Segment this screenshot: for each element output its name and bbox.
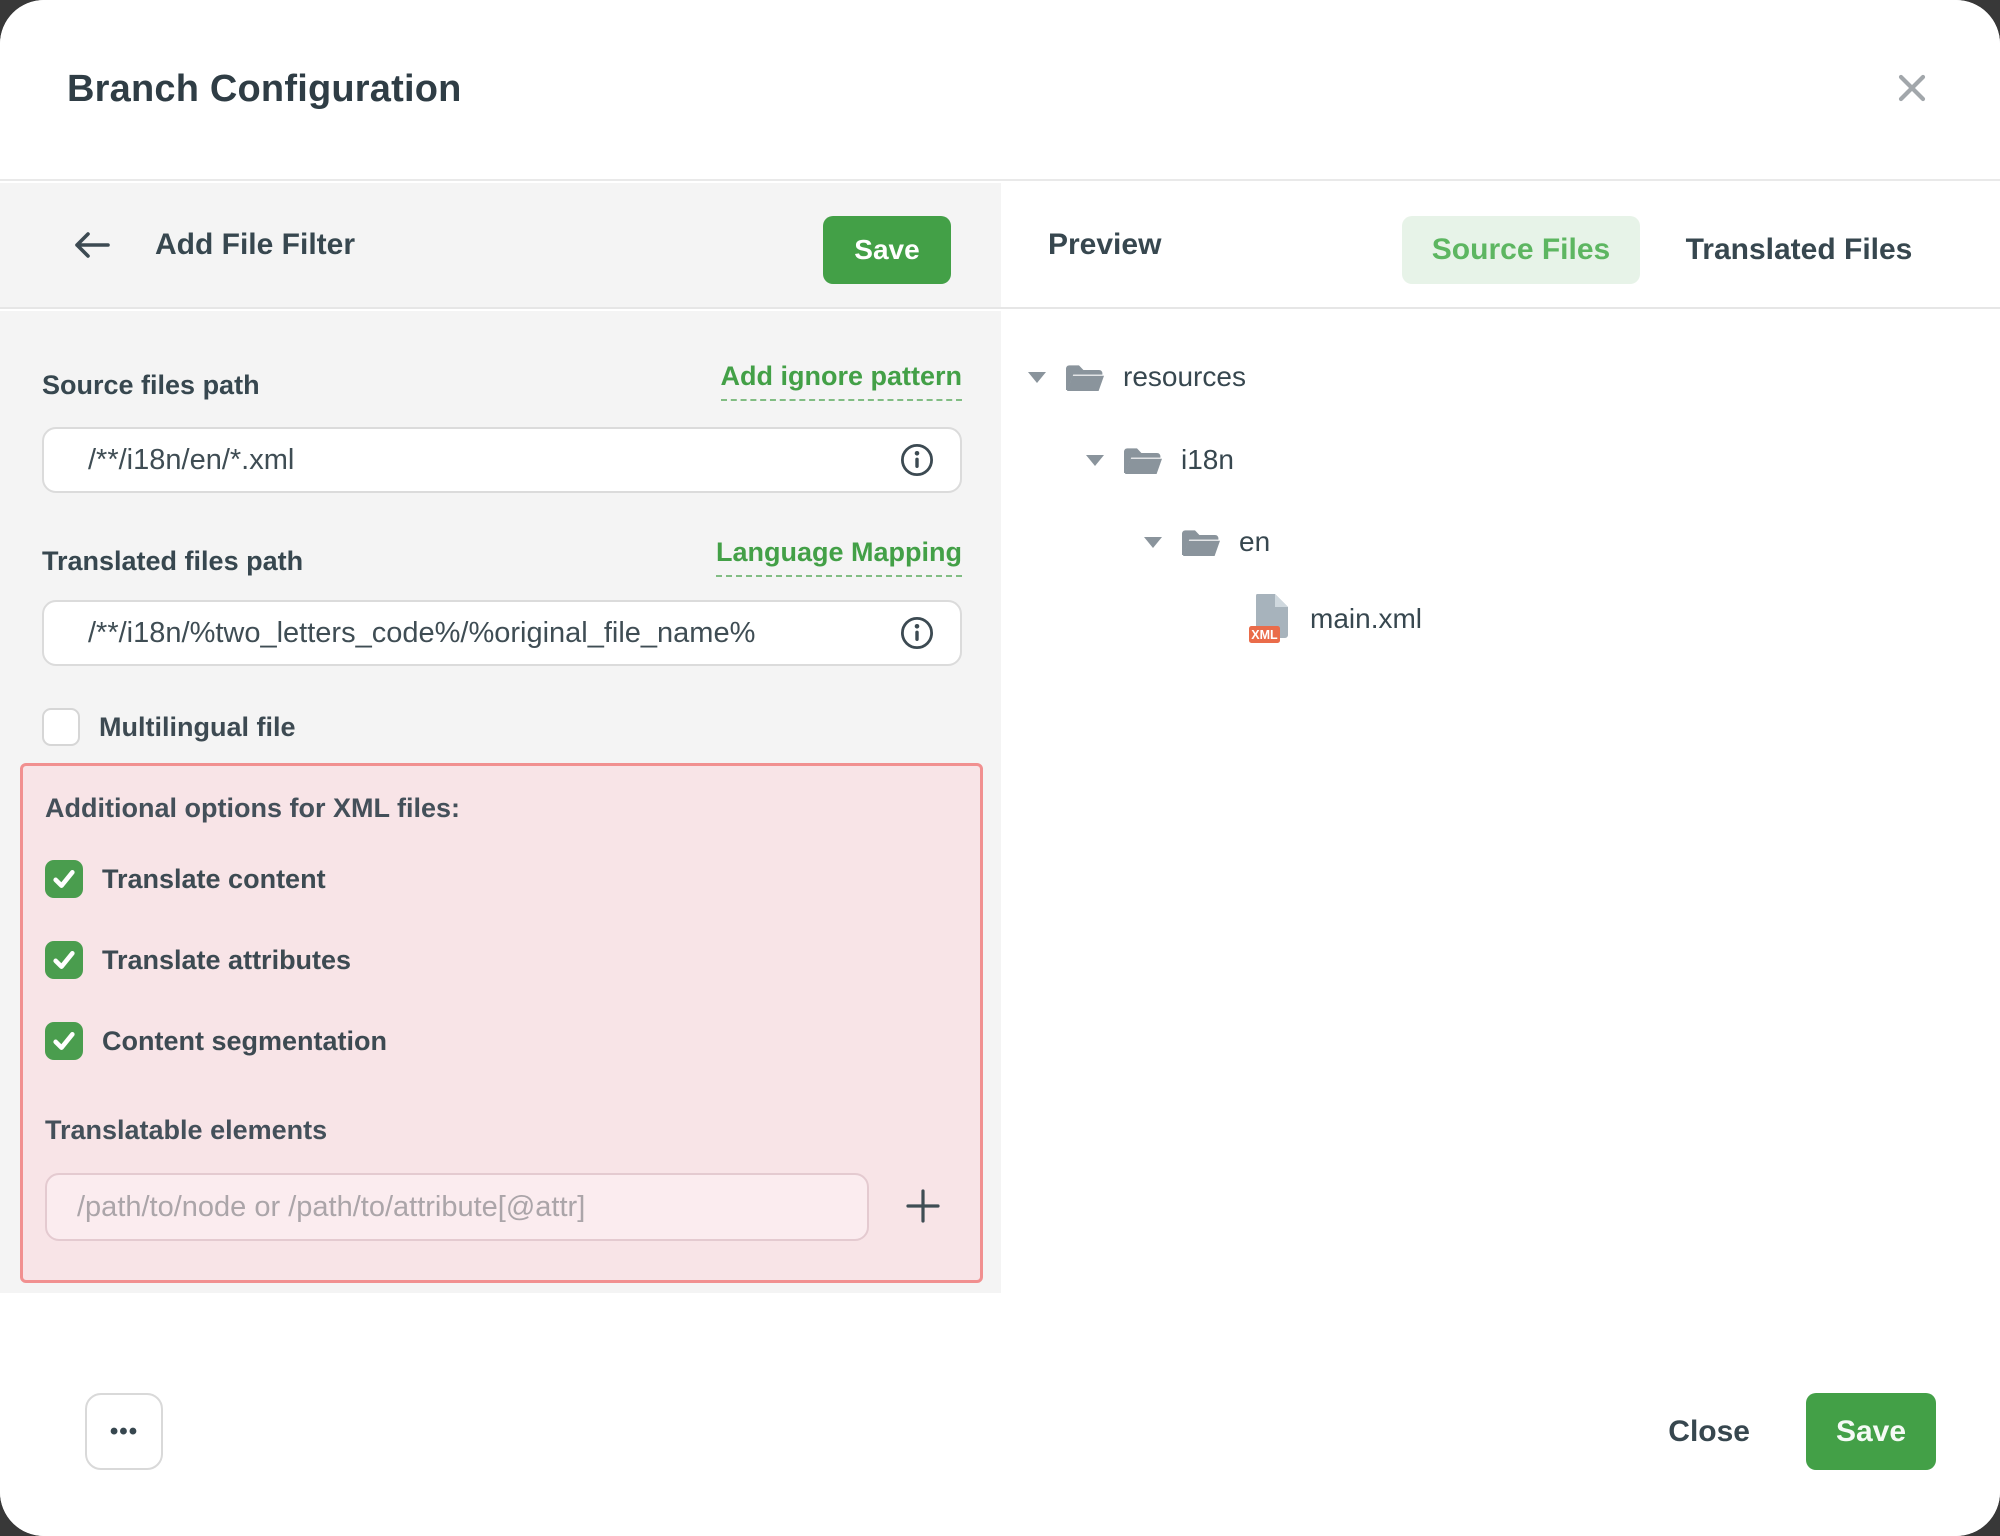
back-arrow-icon	[72, 230, 112, 260]
translated-path-info-icon[interactable]	[900, 616, 934, 650]
content-segmentation-label: Content segmentation	[102, 1026, 387, 1057]
xml-file-icon: XML	[1248, 593, 1292, 645]
translatable-elements-input[interactable]	[45, 1173, 869, 1241]
file-tree: resources i18n en XML	[1001, 311, 2000, 1293]
tree-row-resources[interactable]: resources	[1028, 353, 1246, 401]
translated-path-label: Translated files path	[42, 546, 303, 577]
add-ignore-pattern-link[interactable]: Add ignore pattern	[721, 361, 963, 401]
translated-path-row: Translated files path Language Mapping	[42, 537, 962, 577]
caret-down-icon[interactable]	[1086, 455, 1104, 466]
translated-path-input[interactable]	[42, 600, 962, 666]
save-button[interactable]: Save	[1806, 1393, 1936, 1470]
translate-content-checkbox[interactable]	[45, 860, 83, 898]
branch-configuration-dialog: Branch Configuration Add File Filter Sav…	[0, 0, 2000, 1536]
tab-translated-files[interactable]: Translated Files	[1673, 216, 1925, 284]
translate-attributes-checkbox[interactable]	[45, 941, 83, 979]
filter-save-button[interactable]: Save	[823, 216, 951, 284]
translate-attributes-label: Translate attributes	[102, 945, 351, 976]
folder-icon	[1121, 443, 1163, 477]
svg-text:XML: XML	[1251, 628, 1278, 642]
preview-toolbar: Preview Source Files Translated Files	[1001, 183, 2000, 309]
translate-content-row[interactable]: Translate content	[45, 860, 326, 898]
checkmark-icon	[49, 864, 79, 894]
more-options-button[interactable]: •••	[85, 1393, 163, 1470]
multilingual-checkbox-row[interactable]: Multilingual file	[42, 708, 296, 746]
translate-attributes-row[interactable]: Translate attributes	[45, 941, 351, 979]
xml-options-panel: Additional options for XML files: Transl…	[20, 763, 983, 1283]
tree-row-en[interactable]: en	[1144, 518, 1270, 566]
close-icon[interactable]	[1890, 66, 1934, 110]
preview-title: Preview	[1048, 183, 1161, 307]
tree-label: resources	[1123, 361, 1246, 393]
tab-source-files[interactable]: Source Files	[1402, 216, 1640, 284]
source-path-label: Source files path	[42, 370, 260, 401]
filter-form: Source files path Add ignore pattern Tra…	[0, 311, 1001, 1293]
multilingual-checkbox[interactable]	[42, 708, 80, 746]
xml-options-heading: Additional options for XML files:	[45, 793, 460, 824]
tree-label: i18n	[1181, 444, 1234, 476]
caret-down-icon[interactable]	[1144, 537, 1162, 548]
source-path-row: Source files path Add ignore pattern	[42, 361, 962, 401]
plus-icon	[905, 1188, 941, 1224]
translate-content-label: Translate content	[102, 864, 326, 895]
filter-title: Add File Filter	[155, 183, 355, 307]
content-segmentation-checkbox[interactable]	[45, 1022, 83, 1060]
caret-down-icon[interactable]	[1028, 372, 1046, 383]
source-path-info-icon[interactable]	[900, 443, 934, 477]
content-segmentation-row[interactable]: Content segmentation	[45, 1022, 387, 1060]
dialog-header: Branch Configuration	[0, 0, 2000, 181]
close-button[interactable]: Close	[1668, 1393, 1750, 1470]
tree-row-main-xml[interactable]: XML main.xml	[1248, 595, 1422, 643]
folder-icon	[1179, 525, 1221, 559]
multilingual-label: Multilingual file	[99, 712, 296, 743]
translatable-elements-label: Translatable elements	[45, 1115, 327, 1146]
filter-toolbar: Add File Filter Save	[0, 183, 1001, 309]
dialog-footer: ••• Close Save	[0, 1293, 2000, 1536]
dialog-title: Branch Configuration	[67, 68, 462, 111]
folder-icon	[1063, 360, 1105, 394]
back-button[interactable]	[68, 221, 116, 269]
tree-label: main.xml	[1310, 603, 1422, 635]
checkmark-icon	[49, 1026, 79, 1056]
tree-label: en	[1239, 526, 1270, 558]
tree-row-i18n[interactable]: i18n	[1086, 436, 1234, 484]
checkmark-icon	[49, 945, 79, 975]
language-mapping-link[interactable]: Language Mapping	[716, 537, 962, 577]
add-translatable-element-button[interactable]	[895, 1178, 951, 1234]
source-path-input[interactable]	[42, 427, 962, 493]
